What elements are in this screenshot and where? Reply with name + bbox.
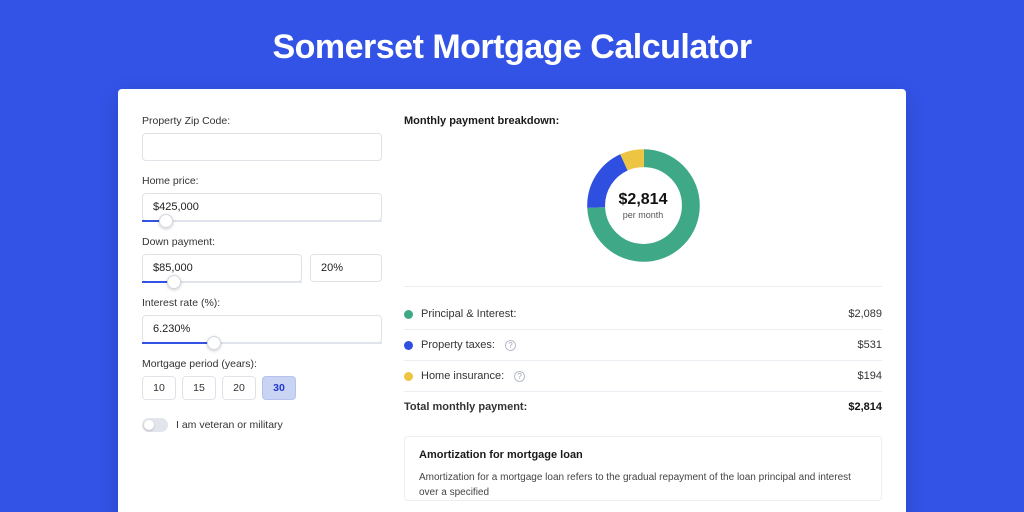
legend-dot — [404, 341, 413, 350]
legend-label: Principal & Interest: — [421, 308, 516, 320]
results-column: Monthly payment breakdown: $2,814 per mo… — [404, 115, 882, 501]
zip-input[interactable] — [142, 133, 382, 161]
home-price-field: Home price: — [142, 175, 382, 222]
period-option-15[interactable]: 15 — [182, 376, 216, 400]
period-option-20[interactable]: 20 — [222, 376, 256, 400]
legend-label: Home insurance: — [421, 370, 504, 382]
period-option-10[interactable]: 10 — [142, 376, 176, 400]
legend-label: Property taxes: — [421, 339, 495, 351]
amortization-text: Amortization for a mortgage loan refers … — [419, 471, 867, 500]
down-payment-field: Down payment: — [142, 236, 382, 283]
home-price-input[interactable] — [142, 193, 382, 221]
veteran-toggle-knob — [144, 420, 154, 430]
legend-total-label: Total monthly payment: — [404, 401, 527, 413]
zip-field: Property Zip Code: — [142, 115, 382, 161]
down-payment-slider[interactable] — [142, 281, 302, 283]
home-price-label: Home price: — [142, 175, 382, 187]
period-option-30[interactable]: 30 — [262, 376, 296, 400]
legend-total-value: $2,814 — [848, 401, 882, 413]
home-price-slider[interactable] — [142, 220, 382, 222]
donut-center-value: $2,814 — [619, 191, 668, 209]
down-payment-slider-thumb[interactable] — [167, 275, 181, 289]
legend-dot — [404, 372, 413, 381]
legend-row: Principal & Interest: $2,089 — [404, 299, 882, 330]
down-payment-input[interactable] — [142, 254, 302, 282]
veteran-toggle-row: I am veteran or military — [142, 418, 382, 432]
calculator-card: Property Zip Code: Home price: Down paym… — [118, 89, 906, 512]
interest-rate-slider[interactable] — [142, 342, 382, 344]
info-icon[interactable]: ? — [505, 340, 516, 351]
period-field: Mortgage period (years): 10152030 — [142, 358, 382, 400]
interest-rate-slider-thumb[interactable] — [207, 336, 221, 350]
legend-value: $2,089 — [848, 308, 882, 320]
page-title: Somerset Mortgage Calculator — [0, 0, 1024, 89]
interest-rate-input[interactable] — [142, 315, 382, 343]
legend-list: Principal & Interest: $2,089 Property taxe… — [404, 299, 882, 392]
home-price-slider-thumb[interactable] — [159, 214, 173, 228]
period-label: Mortgage period (years): — [142, 358, 382, 370]
amortization-section: Amortization for mortgage loan Amortizat… — [404, 436, 882, 501]
donut-center-sub: per month — [623, 210, 664, 220]
donut-center: $2,814 per month — [581, 143, 706, 268]
zip-label: Property Zip Code: — [142, 115, 382, 127]
interest-rate-field: Interest rate (%): — [142, 297, 382, 344]
veteran-toggle[interactable] — [142, 418, 168, 432]
veteran-toggle-label: I am veteran or military — [176, 419, 283, 431]
breakdown-title: Monthly payment breakdown: — [404, 115, 882, 127]
legend-row: Property taxes:? $531 — [404, 330, 882, 361]
donut-chart-area: $2,814 per month — [404, 133, 882, 287]
legend-total-row: Total monthly payment: $2,814 — [404, 392, 882, 422]
interest-rate-label: Interest rate (%): — [142, 297, 382, 309]
down-payment-pct-input[interactable] — [310, 254, 382, 282]
legend-value: $194 — [858, 370, 882, 382]
legend-dot — [404, 310, 413, 319]
amortization-title: Amortization for mortgage loan — [419, 449, 867, 461]
inputs-column: Property Zip Code: Home price: Down paym… — [142, 115, 382, 501]
info-icon[interactable]: ? — [514, 371, 525, 382]
legend-value: $531 — [858, 339, 882, 351]
legend-row: Home insurance:? $194 — [404, 361, 882, 392]
down-payment-label: Down payment: — [142, 236, 382, 248]
